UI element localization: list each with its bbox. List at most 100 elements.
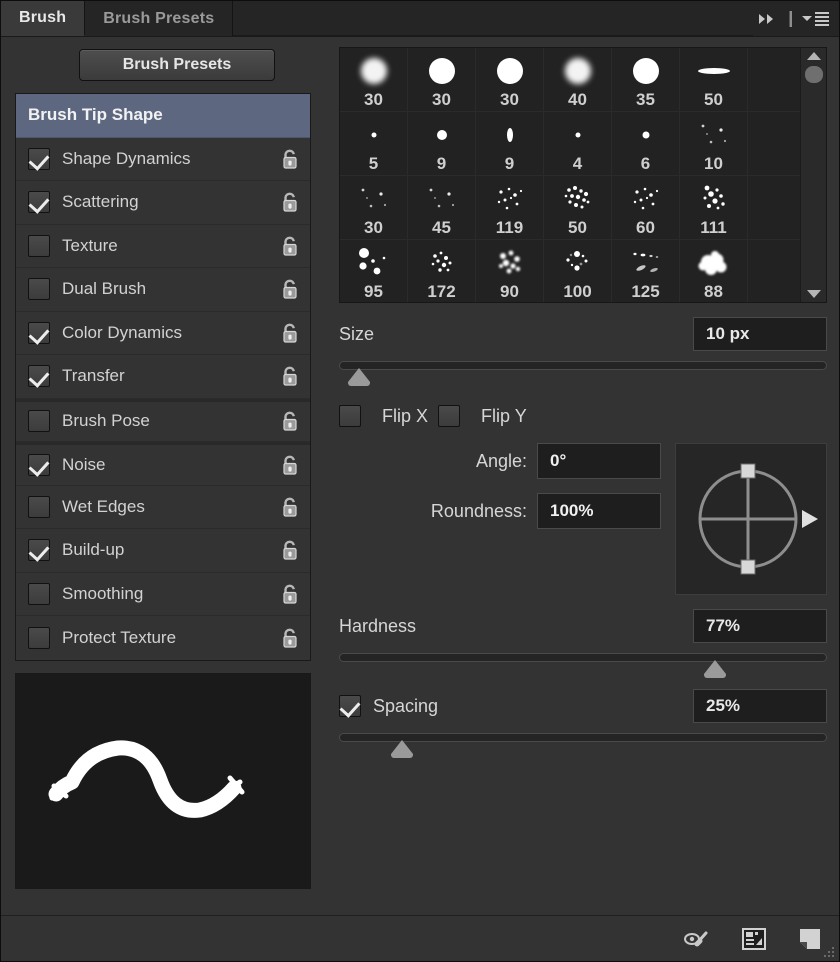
brush-tip-cell[interactable]: 30 [340, 176, 408, 240]
panel-menu-icon[interactable] [802, 12, 829, 26]
size-value-field[interactable]: 10 px [693, 317, 827, 351]
option-row-shape-dynamics[interactable]: Shape Dynamics [16, 138, 310, 182]
lock-icon[interactable] [280, 454, 300, 476]
option-label: Build-up [62, 540, 280, 560]
brush-tip-cell[interactable]: 95 [340, 240, 408, 302]
brush-tip-cell[interactable]: 90 [476, 240, 544, 302]
brush-presets-panel-icon[interactable] [739, 926, 769, 952]
lock-icon[interactable] [280, 235, 300, 257]
option-checkbox-9[interactable] [28, 496, 50, 518]
flip-x-checkbox[interactable]: Flip X [339, 405, 428, 427]
angle-roundness-widget[interactable] [675, 443, 827, 595]
size-slider-track [339, 361, 827, 370]
new-brush-preset-icon[interactable] [795, 926, 825, 952]
brush-tip-cell[interactable]: 60 [612, 176, 680, 240]
toggle-brush-settings-icon[interactable] [683, 926, 713, 952]
brush-tip-size-label: 30 [500, 91, 519, 108]
brush-tip-cell[interactable]: 30 [476, 48, 544, 112]
brush-tip-cell[interactable]: 6 [612, 112, 680, 176]
lock-icon[interactable] [280, 322, 300, 344]
brush-tip-cell[interactable]: 5 [340, 112, 408, 176]
brush-tip-size-label: 5 [369, 155, 378, 172]
panel-divider [789, 11, 792, 27]
brush-tip-cell[interactable]: 172 [408, 240, 476, 302]
panel-resize-gripper[interactable] [822, 945, 836, 959]
option-checkbox-10[interactable] [28, 539, 50, 561]
brush-tip-cell[interactable]: 30 [408, 48, 476, 112]
lock-icon[interactable] [280, 148, 300, 170]
brush-tip-cell[interactable]: 125 [612, 240, 680, 302]
size-slider-thumb[interactable] [348, 368, 370, 382]
option-row-dual-brush[interactable]: Dual Brush [16, 268, 310, 312]
brush-tip-cell[interactable]: 119 [476, 176, 544, 240]
brush-tip-cell[interactable]: 9 [408, 112, 476, 176]
scroll-up-arrow-icon[interactable] [807, 52, 821, 60]
lock-icon[interactable] [280, 583, 300, 605]
option-row-transfer[interactable]: Transfer [16, 355, 310, 399]
hardness-slider-thumb[interactable] [704, 660, 726, 674]
lock-icon[interactable] [280, 365, 300, 387]
flip-x-label: Flip X [382, 406, 428, 427]
option-row-smoothing[interactable]: Smoothing [16, 573, 310, 617]
roundness-value-field[interactable]: 100% [537, 493, 661, 529]
brush-tip-cell[interactable]: 45 [408, 176, 476, 240]
brush-tip-cell[interactable]: 10 [680, 112, 748, 176]
lock-icon[interactable] [280, 410, 300, 432]
lock-icon[interactable] [280, 627, 300, 649]
brush-grid-scrollbar[interactable] [800, 48, 826, 302]
option-checkbox-12[interactable] [28, 627, 50, 649]
brush-tip-cell[interactable]: 88 [680, 240, 748, 302]
spacing-slider[interactable] [339, 731, 827, 755]
brush-tip-cell[interactable]: 111 [680, 176, 748, 240]
option-checkbox-5[interactable] [28, 322, 50, 344]
option-checkbox-1[interactable] [28, 148, 50, 170]
brush-tip-cell[interactable]: 40 [544, 48, 612, 112]
cloud-chalk-icon [691, 244, 737, 282]
brush-tip-cell[interactable]: 9 [476, 112, 544, 176]
lock-icon[interactable] [280, 539, 300, 561]
tab-brush[interactable]: Brush [1, 1, 85, 36]
option-row-texture[interactable]: Texture [16, 225, 310, 269]
lock-icon[interactable] [280, 278, 300, 300]
option-checkbox-6[interactable] [28, 365, 50, 387]
brush-tip-grid[interactable]: 3030304035505994610304511950601119517290… [340, 48, 800, 302]
option-checkbox-11[interactable] [28, 583, 50, 605]
size-slider[interactable] [339, 359, 827, 383]
option-row-wet-edges[interactable]: Wet Edges [16, 486, 310, 530]
hardness-slider[interactable] [339, 651, 827, 675]
option-row-protect-texture[interactable]: Protect Texture [16, 616, 310, 660]
preset-grid-glyph [742, 928, 766, 950]
option-checkbox-2[interactable] [28, 191, 50, 213]
option-checkbox-4[interactable] [28, 278, 50, 300]
angle-value-field[interactable]: 0° [537, 443, 661, 479]
option-checkbox-7[interactable] [28, 410, 50, 432]
tab-brush-presets[interactable]: Brush Presets [85, 1, 233, 36]
unlock-icon [280, 583, 300, 605]
lock-icon[interactable] [280, 191, 300, 213]
spacing-slider-thumb[interactable] [391, 740, 413, 754]
unlock-icon [280, 365, 300, 387]
brush-tip-cell[interactable]: 30 [340, 48, 408, 112]
option-row-brush-tip-shape[interactable]: Brush Tip Shape [16, 94, 310, 138]
option-row-scattering[interactable]: Scattering [16, 181, 310, 225]
brush-presets-button[interactable]: Brush Presets [79, 49, 275, 81]
option-row-color-dynamics[interactable]: Color Dynamics [16, 312, 310, 356]
brush-tip-cell[interactable]: 4 [544, 112, 612, 176]
brush-tip-cell[interactable]: 35 [612, 48, 680, 112]
option-checkbox-3[interactable] [28, 235, 50, 257]
option-row-build-up[interactable]: Build-up [16, 529, 310, 573]
scroll-down-arrow-icon[interactable] [807, 290, 821, 298]
scrollbar-thumb[interactable] [805, 66, 823, 83]
brush-tip-cell[interactable]: 50 [680, 48, 748, 112]
brush-tip-cell[interactable]: 50 [544, 176, 612, 240]
lock-icon[interactable] [280, 496, 300, 518]
double-chevron-right-icon[interactable] [759, 12, 779, 26]
spacing-value-field[interactable]: 25% [693, 689, 827, 723]
flip-y-checkbox[interactable]: Flip Y [438, 405, 527, 427]
option-checkbox-8[interactable] [28, 454, 50, 476]
brush-tip-cell[interactable]: 100 [544, 240, 612, 302]
hardness-value-field[interactable]: 77% [693, 609, 827, 643]
spacing-checkbox[interactable] [339, 695, 361, 717]
option-row-noise[interactable]: Noise [16, 442, 310, 486]
option-row-brush-pose[interactable]: Brush Pose [16, 399, 310, 443]
